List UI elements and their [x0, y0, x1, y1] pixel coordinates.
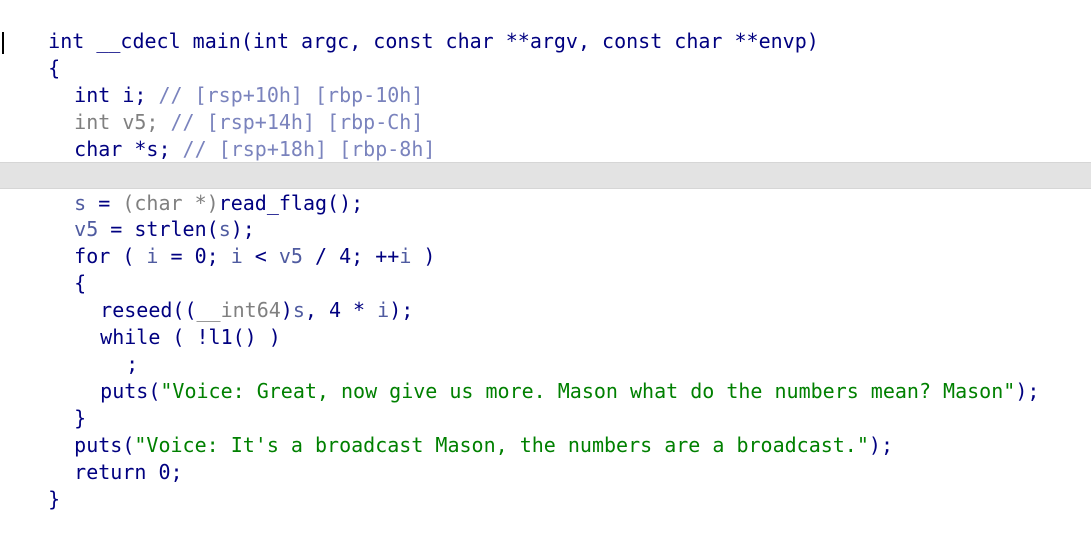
pseudocode-view[interactable]: int __cdecl main(int argc, const char **… — [0, 0, 1091, 511]
code-line-s-assign-highlighted[interactable]: s = (char *)read_flag(); — [0, 162, 1091, 215]
code-line-loop-open[interactable]: { — [0, 243, 1091, 295]
close-brace: } — [48, 487, 61, 511]
code-line-while[interactable]: while ( !l1() ) — [0, 297, 1091, 349]
code-line-decl-v5[interactable]: int v5; // [rsp+14h] [rbp-Ch] — [0, 82, 1091, 134]
code-line-semicolon[interactable]: ; — [0, 324, 1091, 376]
code-line-puts-1[interactable]: puts("Voice: Great, now give us more. Ma… — [0, 351, 1091, 403]
code-line-puts-2[interactable]: puts("Voice: It's a broadcast Mason, the… — [0, 405, 1091, 457]
code-line-v5-assign[interactable]: v5 = strlen(s); — [0, 189, 1091, 241]
code-line-open-brace[interactable]: { — [0, 28, 1091, 80]
code-line-for[interactable]: for ( i = 0; i < v5 / 4; ++i ) — [0, 216, 1091, 268]
decl-s-code[interactable]: char *s; — [74, 137, 170, 161]
code-line-decl-i[interactable]: int i; // [rsp+10h] [rbp-10h] — [0, 55, 1091, 107]
code-line-return[interactable]: return 0; — [0, 432, 1091, 484]
code-line-loop-close[interactable]: } — [0, 378, 1091, 430]
function-signature-line[interactable]: int __cdecl main(int argc, const char **… — [0, 1, 1091, 53]
code-line-close-brace[interactable]: } — [0, 459, 1091, 511]
code-line-decl-s[interactable]: char *s; // [rsp+18h] [rbp-8h] — [0, 109, 1091, 161]
code-line-reseed[interactable]: reseed((__int64)s, 4 * i); — [0, 270, 1091, 322]
decl-s-comment: // [rsp+18h] [rbp-8h] — [182, 137, 436, 161]
